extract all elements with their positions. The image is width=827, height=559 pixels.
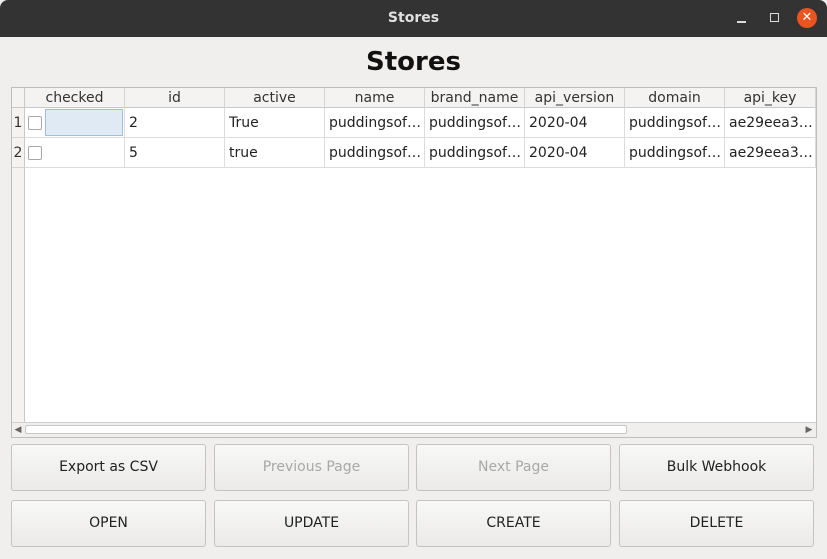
window-titlebar: Stores ✕ — [0, 0, 827, 37]
scrollbar-track[interactable] — [25, 425, 803, 434]
table-cell-name[interactable]: puddingsof… — [325, 138, 425, 168]
cell-text: 2020-04 — [529, 115, 588, 131]
update-button[interactable]: UPDATE — [214, 500, 409, 547]
table-cell-checked[interactable] — [25, 138, 125, 168]
table-cell-id[interactable]: 2 — [125, 108, 225, 138]
table-cell-id[interactable]: 5 — [125, 138, 225, 168]
column-header-api-version[interactable]: api_version — [525, 88, 625, 108]
cell-text: puddingsof… — [329, 145, 421, 161]
cell-text: 2 — [129, 115, 138, 131]
row-header[interactable]: 2 — [12, 138, 25, 168]
cell-text: puddingsof… — [329, 115, 421, 131]
column-header-active[interactable]: active — [225, 88, 325, 108]
cell-text: True — [229, 115, 259, 131]
cell-text: puddingsof… — [429, 145, 521, 161]
stores-table[interactable]: checked id active name brand_name api_ve… — [11, 87, 817, 438]
cell-text: 2020-04 — [529, 145, 588, 161]
row-header[interactable]: 1 — [12, 108, 25, 138]
minimize-icon[interactable] — [731, 8, 751, 28]
table-cell-domain[interactable]: puddingsof… — [625, 138, 725, 168]
table-cell-brand-name[interactable]: puddingsof… — [425, 138, 525, 168]
export-csv-button[interactable]: Export as CSV — [11, 444, 206, 491]
cell-text: puddingsof… — [429, 115, 521, 131]
cell-text: puddingsof… — [629, 115, 721, 131]
maximize-icon[interactable] — [764, 8, 784, 28]
column-header-brand-name[interactable]: brand_name — [425, 88, 525, 108]
column-header-domain[interactable]: domain — [625, 88, 725, 108]
arrow-right-icon[interactable]: ▶ — [803, 423, 815, 437]
cell-text: true — [229, 145, 258, 161]
table-cell-active[interactable]: true — [225, 138, 325, 168]
table-cell-api-key[interactable]: ae29eea3a… — [725, 108, 816, 138]
cell-text: ae29eea3a… — [729, 115, 815, 131]
bulk-webhook-button[interactable]: Bulk Webhook — [619, 444, 814, 491]
column-header-checked[interactable]: checked — [25, 88, 125, 108]
selected-cell-editor[interactable] — [45, 109, 123, 136]
horizontal-scrollbar[interactable]: ◀ ▶ — [12, 422, 816, 437]
table-cell-api-version[interactable]: 2020-04 — [525, 138, 625, 168]
table-cell-active[interactable]: True — [225, 108, 325, 138]
table-cell-api-key[interactable]: ae29eea3a… — [725, 138, 816, 168]
row-checkbox[interactable] — [28, 146, 42, 160]
table-cell-api-version[interactable]: 2020-04 — [525, 108, 625, 138]
scrollbar-thumb[interactable] — [25, 425, 627, 434]
close-icon[interactable]: ✕ — [797, 8, 817, 28]
table-cell-brand-name[interactable]: puddingsof… — [425, 108, 525, 138]
column-header-id[interactable]: id — [125, 88, 225, 108]
next-page-button[interactable]: Next Page — [416, 444, 611, 491]
table-corner — [12, 88, 25, 108]
table-cell-name[interactable]: puddingsof… — [325, 108, 425, 138]
table-cell-domain[interactable]: puddingsof… — [625, 108, 725, 138]
table-cell-checked[interactable] — [25, 108, 125, 138]
column-header-api-key[interactable]: api_key — [725, 88, 816, 108]
cell-text: puddingsof… — [629, 145, 721, 161]
cell-text: 5 — [129, 145, 138, 161]
window-title: Stores — [387, 10, 440, 26]
row-checkbox[interactable] — [28, 116, 42, 130]
arrow-left-icon[interactable]: ◀ — [12, 423, 24, 437]
cell-text: ae29eea3a… — [729, 145, 815, 161]
previous-page-button[interactable]: Previous Page — [214, 444, 409, 491]
page-title: Stores — [366, 47, 461, 77]
open-button[interactable]: OPEN — [11, 500, 206, 547]
column-header-name[interactable]: name — [325, 88, 425, 108]
delete-button[interactable]: DELETE — [619, 500, 814, 547]
create-button[interactable]: CREATE — [416, 500, 611, 547]
